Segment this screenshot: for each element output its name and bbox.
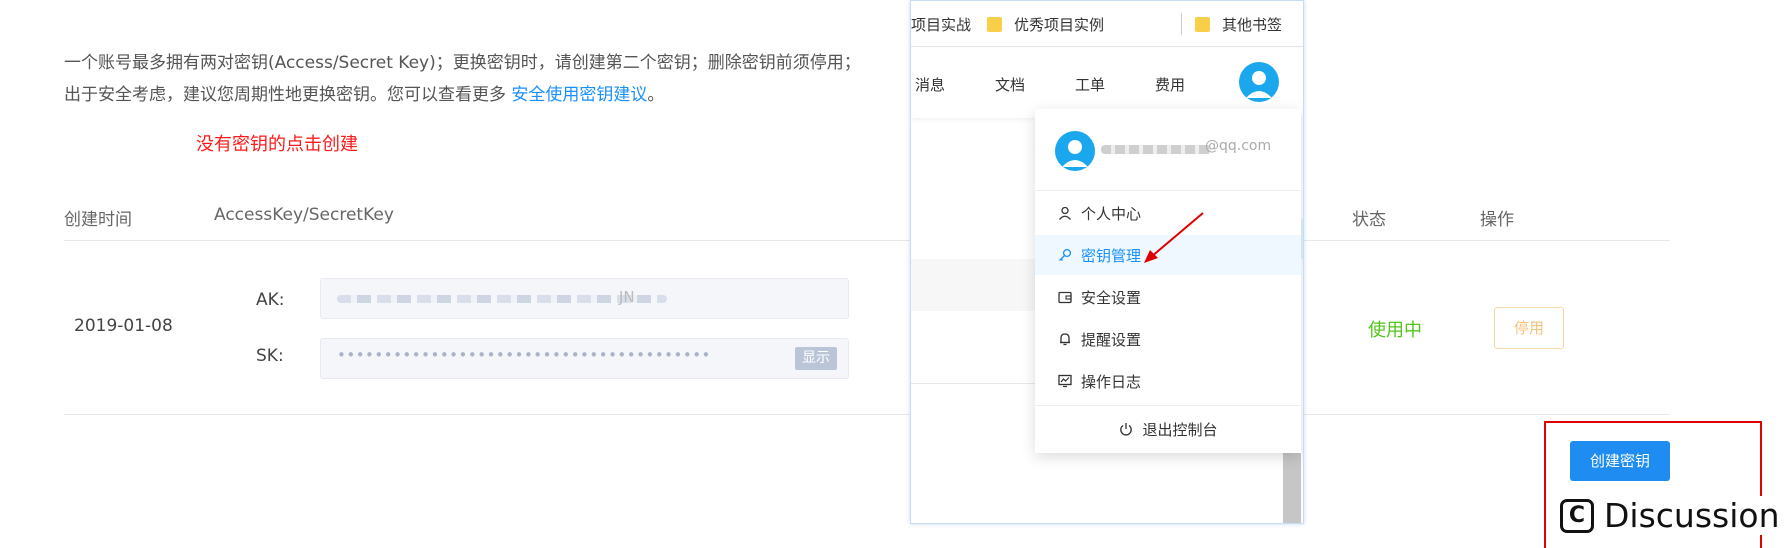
bookmark-label: 其他书签	[1222, 16, 1283, 34]
created-date: 2019-01-08	[74, 316, 173, 336]
bell-icon	[1057, 331, 1073, 347]
bookmark-label: 优秀项目实例	[1014, 16, 1105, 34]
logout-button[interactable]: 退出控制台	[1035, 405, 1301, 453]
secret-key-masked: ••••••••••••••••••••••••••••••••••••••••	[337, 346, 711, 364]
menu-item-key-management[interactable]: 密钥管理	[1035, 235, 1301, 275]
access-key-redacted	[337, 295, 667, 303]
description-end: 。	[647, 85, 665, 105]
ak-label: AK:	[256, 290, 285, 310]
background-row	[911, 259, 1035, 311]
row-divider	[64, 414, 1670, 415]
folder-icon	[1195, 17, 1210, 32]
power-icon	[1118, 421, 1134, 437]
security-advice-link[interactable]: 安全使用密钥建议	[511, 85, 647, 105]
key-icon	[1057, 247, 1073, 263]
user-avatar-icon	[1246, 71, 1272, 98]
discussion-text: Discussion	[1604, 496, 1780, 535]
header-created-time: 创建时间	[64, 210, 132, 230]
create-key-button[interactable]: 创建密钥	[1570, 441, 1670, 481]
discussion-logo-icon: C	[1560, 498, 1594, 533]
avatar[interactable]	[1239, 62, 1279, 102]
sk-label: SK:	[256, 346, 284, 366]
bookmark-excellent-projects[interactable]: 优秀项目实例	[987, 14, 1104, 35]
user-email: @qq.com	[1205, 138, 1272, 154]
menu-item-label: 个人中心	[1081, 204, 1142, 223]
scrollbar[interactable]	[1283, 453, 1301, 523]
dropdown-user-info: @qq.com	[1035, 109, 1301, 191]
menu-item-security-settings[interactable]: 安全设置	[1035, 277, 1301, 317]
header-action: 操作	[1480, 210, 1514, 230]
logout-label: 退出控制台	[1142, 420, 1218, 439]
secret-key-field[interactable]: ••••••••••••••••••••••••••••••••••••••••…	[320, 338, 849, 379]
bookmark-label: 项目实战	[911, 16, 972, 34]
bookmark-bar: 项目实战 优秀项目实例 其他书签	[911, 1, 1303, 47]
menu-item-operation-log[interactable]: 操作日志	[1035, 361, 1301, 401]
folder-icon	[987, 17, 1002, 32]
menu-item-label: 安全设置	[1081, 288, 1142, 307]
header-status: 状态	[1352, 210, 1386, 230]
console-top-nav: 消息 文档 工单 费用	[911, 48, 1303, 118]
avatar	[1055, 131, 1095, 171]
nav-billing[interactable]: 费用	[1155, 74, 1185, 95]
access-key-tail: JN	[619, 288, 635, 306]
console-menu-screenshot: 项目实战 优秀项目实例 其他书签 消息 文档 工单 费用 @qq.com 个人中…	[910, 0, 1304, 524]
user-icon	[1057, 205, 1073, 221]
menu-item-label: 操作日志	[1081, 372, 1142, 391]
nav-docs[interactable]: 文档	[995, 74, 1025, 95]
create-hint: 没有密钥的点击创建	[196, 134, 358, 155]
nav-tickets[interactable]: 工单	[1075, 74, 1105, 95]
header-divider	[64, 240, 1670, 241]
menu-item-profile[interactable]: 个人中心	[1035, 193, 1301, 233]
disable-button[interactable]: 停用	[1494, 307, 1564, 349]
user-avatar-icon	[1062, 140, 1088, 167]
email-redacted	[1101, 145, 1211, 154]
background-divider	[911, 383, 1035, 384]
description-text: 一个账号最多拥有两对密钥(Access/Secret Key)；更换密钥时，请创…	[64, 53, 861, 105]
discussion-watermark: C Discussion	[1556, 496, 1784, 535]
bookmark-project-practice[interactable]: 项目实战	[911, 14, 971, 35]
menu-item-label: 密钥管理	[1081, 246, 1142, 265]
menu-item-reminder-settings[interactable]: 提醒设置	[1035, 319, 1301, 359]
header-access-secret-key: AccessKey/SecretKey	[214, 205, 394, 225]
bookmark-other[interactable]: 其他书签	[1195, 14, 1282, 35]
show-secret-button[interactable]: 显示	[795, 347, 837, 370]
user-dropdown-menu: @qq.com 个人中心 密钥管理 安全设置 提醒设置 操作日志 退出控制台	[1035, 109, 1301, 453]
menu-item-label: 提醒设置	[1081, 330, 1142, 349]
status-badge: 使用中	[1368, 320, 1422, 341]
bookmark-separator	[1181, 13, 1182, 35]
chart-log-icon	[1057, 373, 1073, 389]
nav-messages[interactable]: 消息	[915, 74, 945, 95]
key-description: 一个账号最多拥有两对密钥(Access/Secret Key)；更换密钥时，请创…	[64, 47, 864, 111]
wallet-icon	[1057, 289, 1073, 305]
access-key-field[interactable]: JN	[320, 278, 849, 319]
